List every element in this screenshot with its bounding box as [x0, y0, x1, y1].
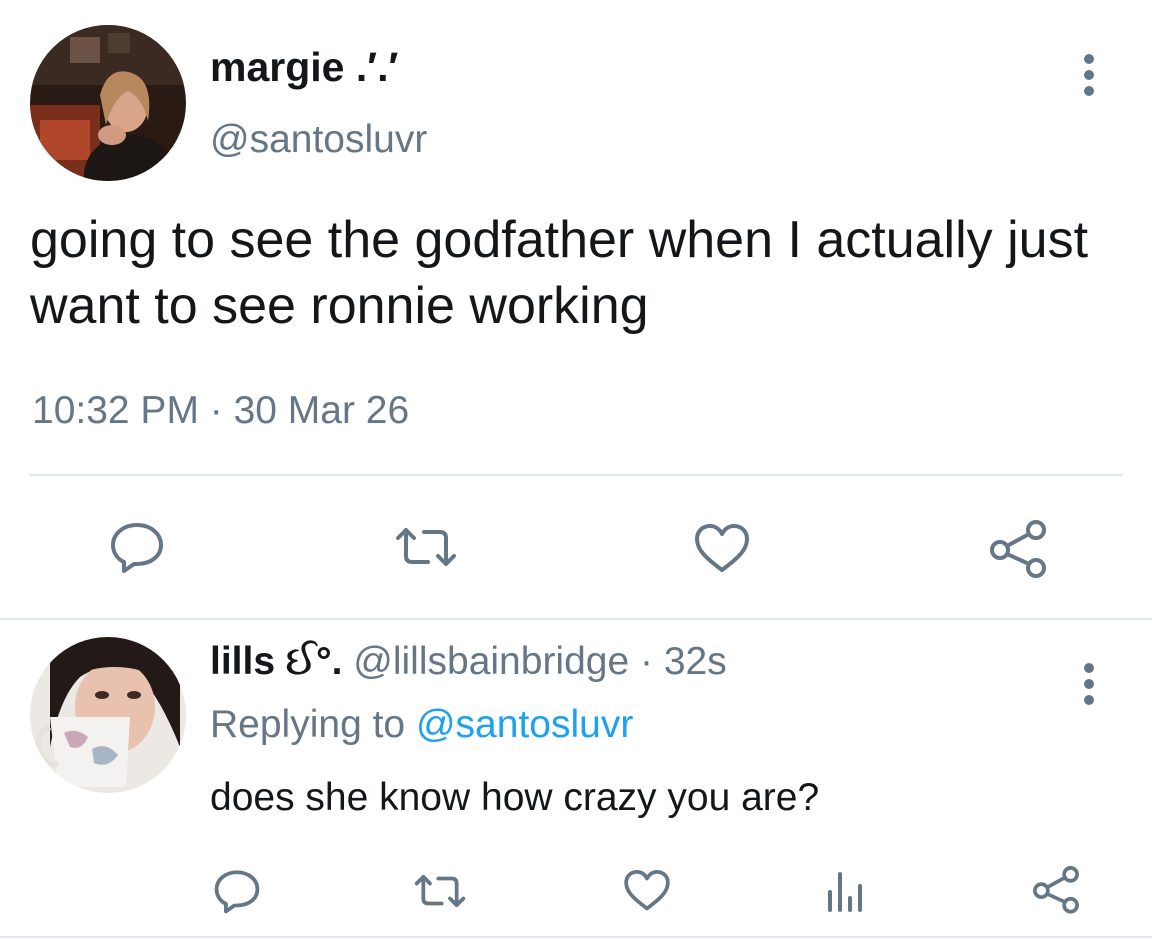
more-vertical-icon[interactable] — [1077, 48, 1101, 102]
reply-author-handle-time[interactable]: @lillsbainbridge · 32s — [353, 640, 726, 683]
reply-author-avatar[interactable] — [30, 637, 186, 793]
reply-header: lills ઈ°. @lillsbainbridge · 32s — [210, 640, 727, 684]
share-icon[interactable] — [986, 518, 1050, 578]
reply-icon[interactable] — [108, 520, 166, 574]
divider — [30, 474, 1122, 476]
replying-to-line: Replying to @santosluvr — [210, 703, 633, 747]
reply-author-display-name[interactable]: lills ઈ°. — [210, 640, 342, 683]
replying-to-label: Replying to — [210, 703, 406, 746]
divider — [0, 618, 1152, 620]
share-icon[interactable] — [1030, 864, 1082, 914]
like-icon[interactable] — [692, 522, 752, 576]
retweet-icon[interactable] — [390, 522, 462, 572]
retweet-icon[interactable] — [410, 870, 470, 912]
reply-text: does she know how crazy you are? — [210, 776, 820, 819]
divider — [0, 936, 1152, 938]
reply-icon[interactable] — [212, 868, 262, 914]
author-display-name[interactable]: margie .′.′ — [210, 44, 398, 91]
tweet-timestamp[interactable]: 10:32 PM · 30 Mar 26 — [32, 389, 409, 433]
more-vertical-icon[interactable] — [1077, 657, 1101, 711]
analytics-icon[interactable] — [824, 866, 864, 914]
replying-to-mention[interactable]: @santosluvr — [416, 703, 633, 746]
tweet-text: going to see the godfather when I actual… — [30, 211, 1089, 335]
author-avatar[interactable] — [30, 25, 186, 181]
like-icon[interactable] — [622, 868, 672, 914]
author-handle[interactable]: @santosluvr — [210, 118, 427, 162]
